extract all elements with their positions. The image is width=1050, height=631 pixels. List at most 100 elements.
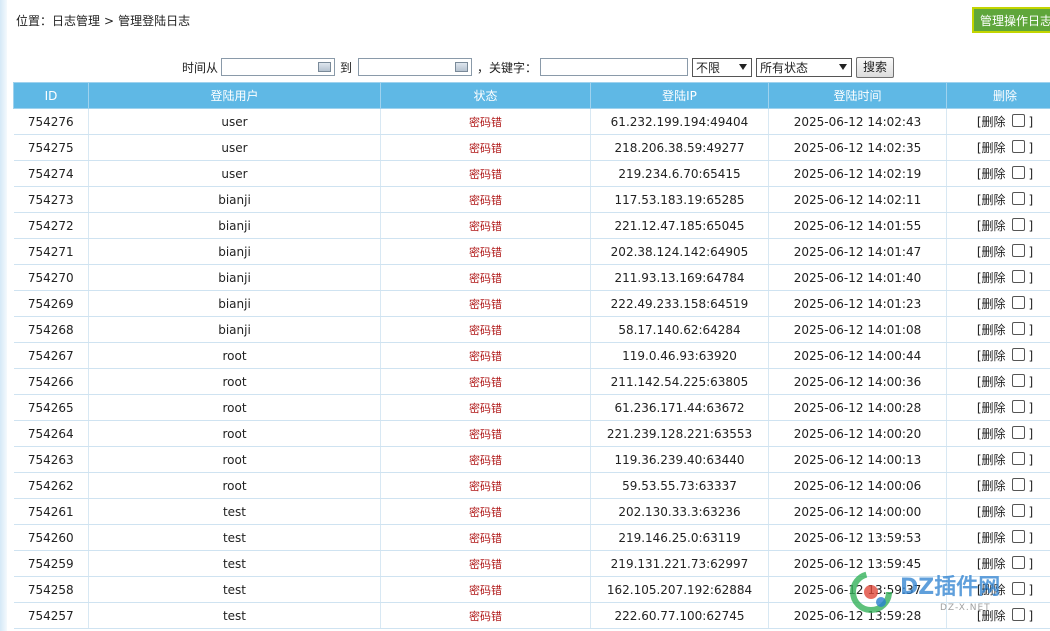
delete-link[interactable]: [删除 (977, 609, 1006, 623)
row-select-checkbox[interactable] (1011, 478, 1025, 491)
delete-link[interactable]: [删除 (977, 193, 1006, 207)
cell-delete: [删除] (946, 472, 1050, 499)
delete-bracket-close: ] (1028, 193, 1034, 207)
cell-ip: 218.206.38.59:49277 (590, 134, 769, 161)
delete-link[interactable]: [删除 (977, 427, 1006, 441)
header-ip: 登陆IP (590, 82, 769, 109)
row-select-checkbox[interactable] (1011, 400, 1025, 413)
row-select-checkbox[interactable] (1011, 556, 1025, 569)
cell-ip: 202.130.33.3:63236 (590, 498, 769, 525)
cell-time: 2025-06-12 14:01:55 (768, 212, 947, 239)
delete-bracket-close: ] (1028, 297, 1034, 311)
row-select-checkbox[interactable] (1011, 426, 1025, 439)
keyword-label: ，关键字： (477, 60, 538, 75)
header-id: ID (13, 82, 89, 109)
cell-ip: 58.17.140.62:64284 (590, 316, 769, 343)
delete-link[interactable]: [删除 (977, 531, 1006, 545)
cell-status: 密码错 (380, 212, 591, 239)
cell-user: test (88, 498, 381, 525)
row-select-checkbox[interactable] (1011, 166, 1025, 179)
calendar-icon[interactable] (318, 62, 332, 72)
login-log-table: ID 登陆用户 状态 登陆IP 登陆时间 删除 754276 user 密码错 61.… (13, 82, 1050, 629)
cell-status: 密码错 (380, 472, 591, 499)
row-select-checkbox[interactable] (1011, 270, 1025, 283)
delete-link[interactable]: [删除 (977, 375, 1006, 389)
row-select-checkbox[interactable] (1011, 374, 1025, 387)
delete-link[interactable]: [删除 (977, 479, 1006, 493)
cell-ip: 221.239.128.221:63553 (590, 420, 769, 447)
cell-delete: [删除] (946, 134, 1050, 161)
cell-id: 754265 (13, 394, 89, 421)
cell-ip: 117.53.183.19:65285 (590, 186, 769, 213)
table-row: 754268 bianji 密码错 58.17.140.62:64284 2025-06… (13, 316, 1050, 343)
cell-delete: [删除] (946, 446, 1050, 473)
row-select-checkbox[interactable] (1011, 218, 1025, 231)
cell-delete: [删除] (946, 394, 1050, 421)
cell-id: 754269 (13, 290, 89, 317)
row-select-checkbox[interactable] (1011, 608, 1025, 621)
delete-bracket-close: ] (1028, 401, 1034, 415)
row-select-checkbox[interactable] (1011, 140, 1025, 153)
cell-status: 密码错 (380, 264, 591, 291)
cell-status: 密码错 (380, 134, 591, 161)
cell-ip: 61.236.171.44:63672 (590, 394, 769, 421)
delete-link[interactable]: [删除 (977, 167, 1006, 181)
delete-link[interactable]: [删除 (977, 141, 1006, 155)
delete-bracket-close: ] (1028, 323, 1034, 337)
keyword-input[interactable] (540, 58, 689, 76)
start-date-input[interactable] (221, 58, 336, 76)
cell-time: 2025-06-12 14:02:35 (768, 134, 947, 161)
delete-link[interactable]: [删除 (977, 505, 1006, 519)
row-select-checkbox[interactable] (1011, 114, 1025, 127)
cell-time: 2025-06-12 14:01:08 (768, 316, 947, 343)
delete-link[interactable]: [删除 (977, 557, 1006, 571)
manage-operation-log-button[interactable]: 管理操作日志 (972, 7, 1050, 33)
delete-bracket-close: ] (1028, 167, 1034, 181)
delete-link[interactable]: [删除 (977, 583, 1006, 597)
row-select-checkbox[interactable] (1011, 192, 1025, 205)
delete-link[interactable]: [删除 (977, 323, 1006, 337)
cell-delete: [删除] (946, 264, 1050, 291)
calendar-icon[interactable] (455, 62, 469, 72)
row-select-checkbox[interactable] (1011, 452, 1025, 465)
delete-link[interactable]: [删除 (977, 115, 1006, 129)
delete-link[interactable]: [删除 (977, 401, 1006, 415)
delete-link[interactable]: [删除 (977, 219, 1006, 233)
cell-user: bianji (88, 238, 381, 265)
row-select-checkbox[interactable] (1011, 322, 1025, 335)
delete-link[interactable]: [删除 (977, 349, 1006, 363)
cell-id: 754275 (13, 134, 89, 161)
chevron-down-icon (739, 63, 748, 70)
row-select-checkbox[interactable] (1011, 348, 1025, 361)
row-select-checkbox[interactable] (1011, 530, 1025, 543)
delete-link[interactable]: [删除 (977, 453, 1006, 467)
cell-id: 754267 (13, 342, 89, 369)
delete-link[interactable]: [删除 (977, 297, 1006, 311)
cell-ip: 211.142.54.225:63805 (590, 368, 769, 395)
cell-delete: [删除] (946, 186, 1050, 213)
cell-user: user (88, 160, 381, 187)
cell-status: 密码错 (380, 186, 591, 213)
row-select-checkbox[interactable] (1011, 244, 1025, 257)
row-select-checkbox[interactable] (1011, 296, 1025, 309)
breadcrumb-prefix: 位置： (16, 14, 53, 28)
cell-delete: [删除] (946, 524, 1050, 551)
table-row: 754275 user 密码错 218.206.38.59:49277 2025-06-… (13, 134, 1050, 161)
breadcrumb-current: 管理登陆日志 (118, 14, 191, 28)
delete-link[interactable]: [删除 (977, 271, 1006, 285)
row-select-checkbox[interactable] (1011, 582, 1025, 595)
cell-delete: [删除] (946, 108, 1050, 135)
scope-select[interactable]: 不限 (692, 57, 753, 77)
header-status: 状态 (380, 82, 591, 109)
delete-bracket-close: ] (1028, 531, 1034, 545)
time-from-label: 时间从 (182, 60, 219, 75)
status-select[interactable]: 所有状态 (756, 57, 853, 77)
search-button[interactable]: 搜索 (856, 56, 895, 78)
status-select-value: 所有状态 (760, 60, 809, 75)
end-date-input[interactable] (358, 58, 473, 76)
cell-time: 2025-06-12 14:00:00 (768, 498, 947, 525)
row-select-checkbox[interactable] (1011, 504, 1025, 517)
delete-link[interactable]: [删除 (977, 245, 1006, 259)
table-row: 754270 bianji 密码错 211.93.13.169:64784 2025-0… (13, 264, 1050, 291)
table-body: 754276 user 密码错 61.232.199.194:49404 2025-06… (13, 108, 1050, 629)
